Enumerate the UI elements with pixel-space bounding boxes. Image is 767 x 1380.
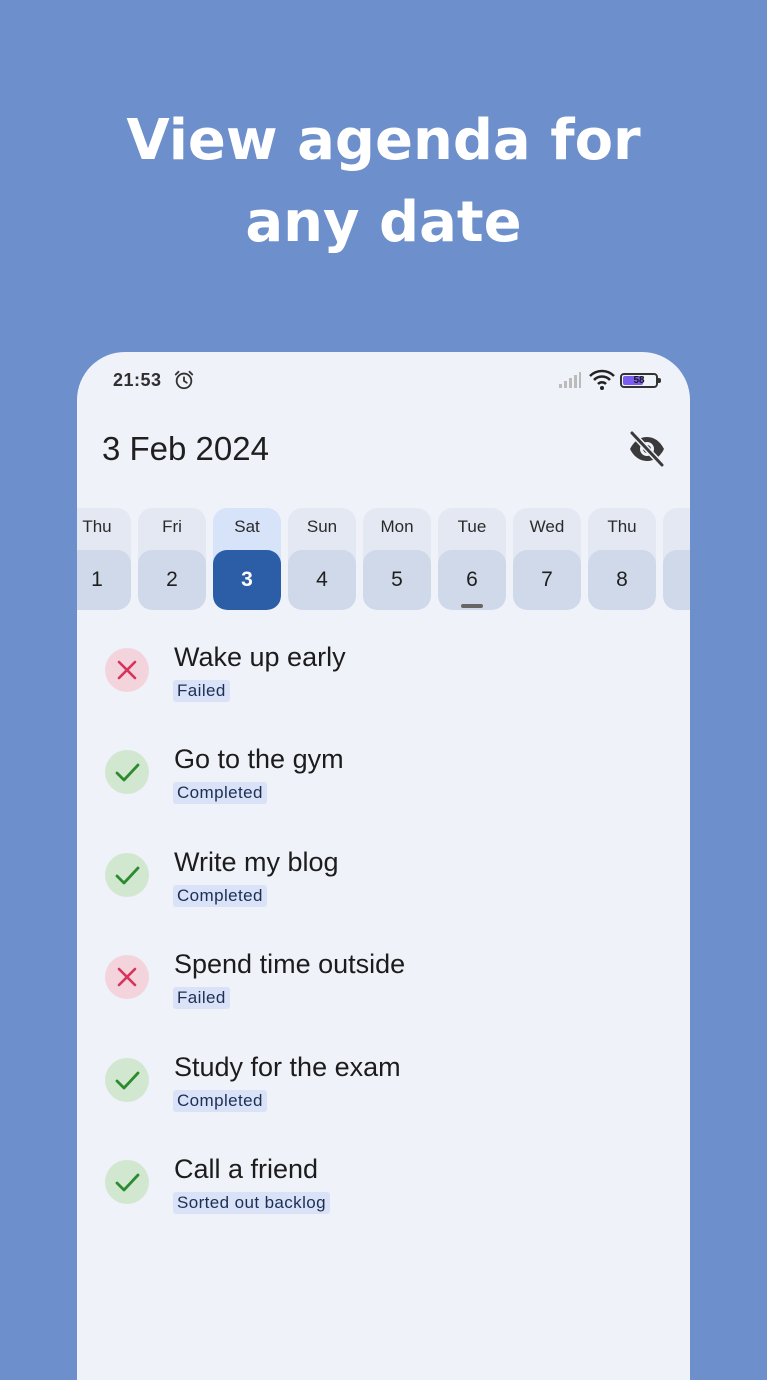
- day-3[interactable]: Sat 3: [213, 508, 281, 610]
- day-1[interactable]: Thu 1: [77, 508, 131, 610]
- task-title: Spend time outside: [174, 949, 406, 980]
- completed-status-icon[interactable]: [105, 750, 149, 795]
- close-icon: [117, 967, 137, 987]
- status-badge: Failed: [173, 987, 230, 1010]
- task-row[interactable]: Wake up early Failed: [77, 620, 690, 722]
- day-8[interactable]: Thu 8: [588, 508, 656, 610]
- failed-status-icon[interactable]: [105, 648, 149, 692]
- check-icon: [115, 1071, 140, 1089]
- today-indicator: [461, 604, 483, 608]
- day-7[interactable]: Wed 7: [513, 508, 581, 610]
- task-row[interactable]: Go to the gym Completed: [77, 722, 690, 824]
- day-number: 1: [77, 550, 131, 610]
- status-badge: Completed: [173, 884, 267, 907]
- completed-status-icon[interactable]: [105, 1160, 149, 1204]
- headline: View agenda for any date: [126, 108, 641, 255]
- day-number: 2: [138, 550, 206, 610]
- day-number: 3: [213, 550, 281, 610]
- day-name: Thu: [82, 517, 112, 536]
- check-icon: [115, 763, 140, 782]
- day-number: 5: [363, 550, 431, 610]
- task-row[interactable]: Write my blog Completed: [77, 825, 690, 927]
- completed-status-icon[interactable]: [105, 852, 149, 897]
- day-name: Wed: [529, 517, 565, 536]
- wifi-icon: [589, 369, 615, 390]
- day-number: 4: [288, 550, 356, 610]
- battery-icon: 58: [620, 373, 661, 388]
- status-time: 21:53: [113, 370, 162, 390]
- day-strip: Thu 1 Fri 2 Sat 3 Sun 4 Mon 5 Tue 6 Wed 7 Thu 8: [77, 508, 690, 610]
- status-badge: Sorted out backlog: [173, 1192, 330, 1214]
- failed-status-icon[interactable]: [105, 955, 149, 1000]
- day-2[interactable]: Fri 2: [138, 508, 206, 610]
- day-number: 8: [588, 550, 656, 610]
- day-5[interactable]: Mon 5: [363, 508, 431, 610]
- day-name: Mon: [380, 517, 414, 536]
- task-title: Call a friend: [174, 1154, 319, 1184]
- date-title: 3 Feb 2024: [102, 430, 269, 467]
- phone-screen: 21:53 58 3 Feb 2024 Thu 1 Fri 2 Sat 3 Su…: [77, 352, 690, 1380]
- alarm-icon: [174, 370, 194, 390]
- status-badge: Failed: [173, 680, 230, 702]
- day-4[interactable]: Sun 4: [288, 508, 356, 610]
- status-badge: Completed: [173, 782, 267, 805]
- task-title: Write my blog: [174, 846, 339, 877]
- task-row[interactable]: Study for the exam Completed: [77, 1030, 690, 1132]
- battery-level: 58: [633, 375, 645, 386]
- day-name: Thu: [607, 517, 637, 536]
- completed-status-icon[interactable]: [105, 1057, 149, 1102]
- check-icon: [115, 1173, 140, 1192]
- day-name: Sun: [306, 517, 338, 536]
- day-6[interactable]: Tue 6: [438, 508, 506, 610]
- check-icon: [115, 866, 140, 885]
- task-title: Wake up early: [174, 642, 346, 672]
- close-icon: [117, 660, 137, 680]
- day-name: Fri: [162, 517, 182, 536]
- status-bar: 21:53 58: [77, 352, 690, 408]
- eye-off-icon[interactable]: [627, 430, 667, 468]
- status-badge: Completed: [173, 1089, 267, 1112]
- task-row[interactable]: Call a friend Sorted out backlog: [77, 1132, 690, 1234]
- task-row[interactable]: Spend time outside Failed: [77, 927, 690, 1029]
- task-title: Study for the exam: [174, 1051, 401, 1082]
- day-number: 6: [438, 550, 506, 610]
- day-name: Tue: [457, 517, 487, 536]
- day-number: [663, 550, 690, 610]
- day-name: Sat: [234, 517, 260, 536]
- signal-icon: [559, 372, 581, 388]
- task-title: Go to the gym: [174, 744, 344, 775]
- day-partial[interactable]: [663, 508, 690, 610]
- day-number: 7: [513, 550, 581, 610]
